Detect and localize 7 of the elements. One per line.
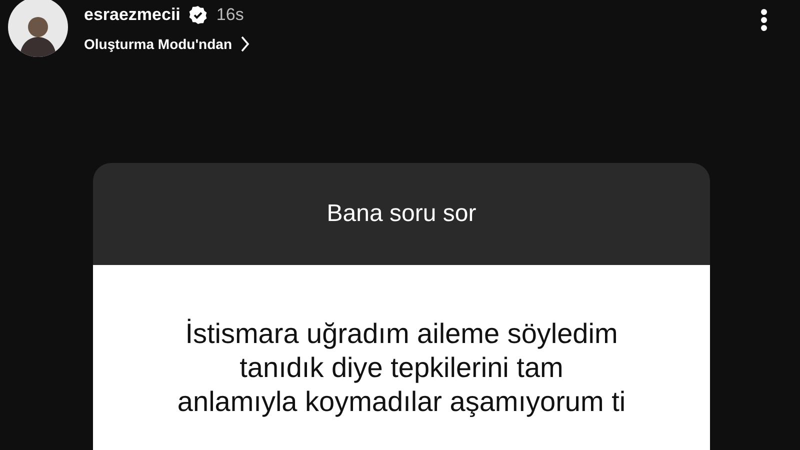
post-time: 16s: [216, 4, 244, 26]
more-options-icon[interactable]: [760, 8, 768, 32]
question-title: Bana soru sor: [93, 163, 710, 265]
username[interactable]: esraezmecii: [84, 2, 180, 28]
answer-text: İstismara uğradım aileme söyledim tanıdık diye tepkilerini tam anlamıyla koymadılar aşamıyorum ti: [176, 317, 627, 419]
source-link[interactable]: Oluşturma Modu'ndan: [84, 34, 232, 54]
chevron-right-icon: [240, 36, 250, 52]
